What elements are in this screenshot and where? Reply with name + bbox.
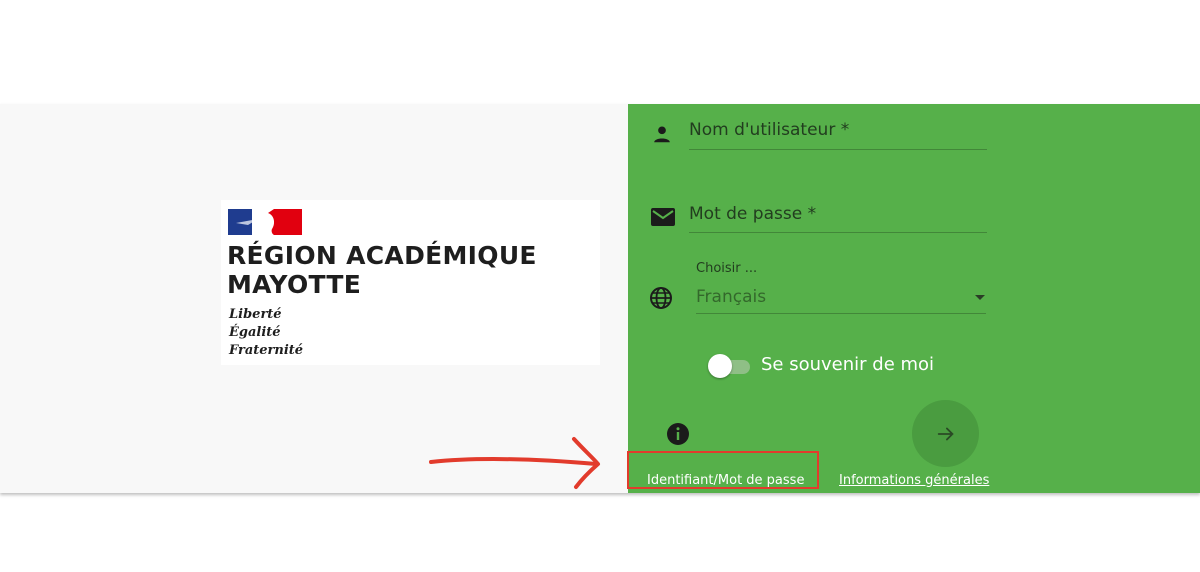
general-info-link[interactable]: Informations générales <box>839 473 989 488</box>
motto-liberte: Liberté <box>229 307 282 322</box>
person-icon <box>654 126 670 143</box>
info-icon[interactable] <box>666 422 690 446</box>
academy-name-line1: RÉGION ACADÉMIQUE <box>227 241 537 270</box>
language-select-underline <box>696 313 986 314</box>
email-icon <box>651 208 675 226</box>
login-submit-button[interactable] <box>912 400 979 467</box>
motto-fraternite: Fraternité <box>229 343 304 358</box>
annotation-highlight-box <box>627 451 819 489</box>
login-card: RÉGION ACADÉMIQUE MAYOTTE Liberté Égalit… <box>0 104 1200 493</box>
remember-me-label: Se souvenir de moi <box>761 354 935 375</box>
chevron-down-icon[interactable] <box>975 295 985 300</box>
annotation-arrow-icon <box>429 437 600 489</box>
password-field[interactable]: Mot de passe * <box>689 204 987 234</box>
globe-icon <box>650 287 672 309</box>
username-underline <box>689 149 987 150</box>
username-placeholder: Nom d'utilisateur * <box>689 120 850 140</box>
username-field[interactable]: Nom d'utilisateur * <box>689 120 987 150</box>
republic-motto: Liberté Égalité Fraternité <box>229 306 303 360</box>
login-form-pane: Nom d'utilisateur * Mot de passe * Chois… <box>628 104 1200 493</box>
academy-name: RÉGION ACADÉMIQUE MAYOTTE <box>227 241 597 299</box>
language-select-label: Choisir ... <box>696 261 758 276</box>
academy-logo: RÉGION ACADÉMIQUE MAYOTTE Liberté Égalit… <box>221 200 600 365</box>
branding-pane: RÉGION ACADÉMIQUE MAYOTTE Liberté Égalit… <box>0 104 628 493</box>
language-select-value[interactable]: Français <box>696 287 766 307</box>
academy-name-line2: MAYOTTE <box>227 270 362 299</box>
arrow-right-icon <box>937 427 954 440</box>
marianne-flag-icon <box>228 209 302 235</box>
toggle-knob[interactable] <box>708 354 732 378</box>
motto-egalite: Égalité <box>229 325 281 340</box>
password-placeholder: Mot de passe * <box>689 204 817 224</box>
password-underline <box>689 232 987 233</box>
